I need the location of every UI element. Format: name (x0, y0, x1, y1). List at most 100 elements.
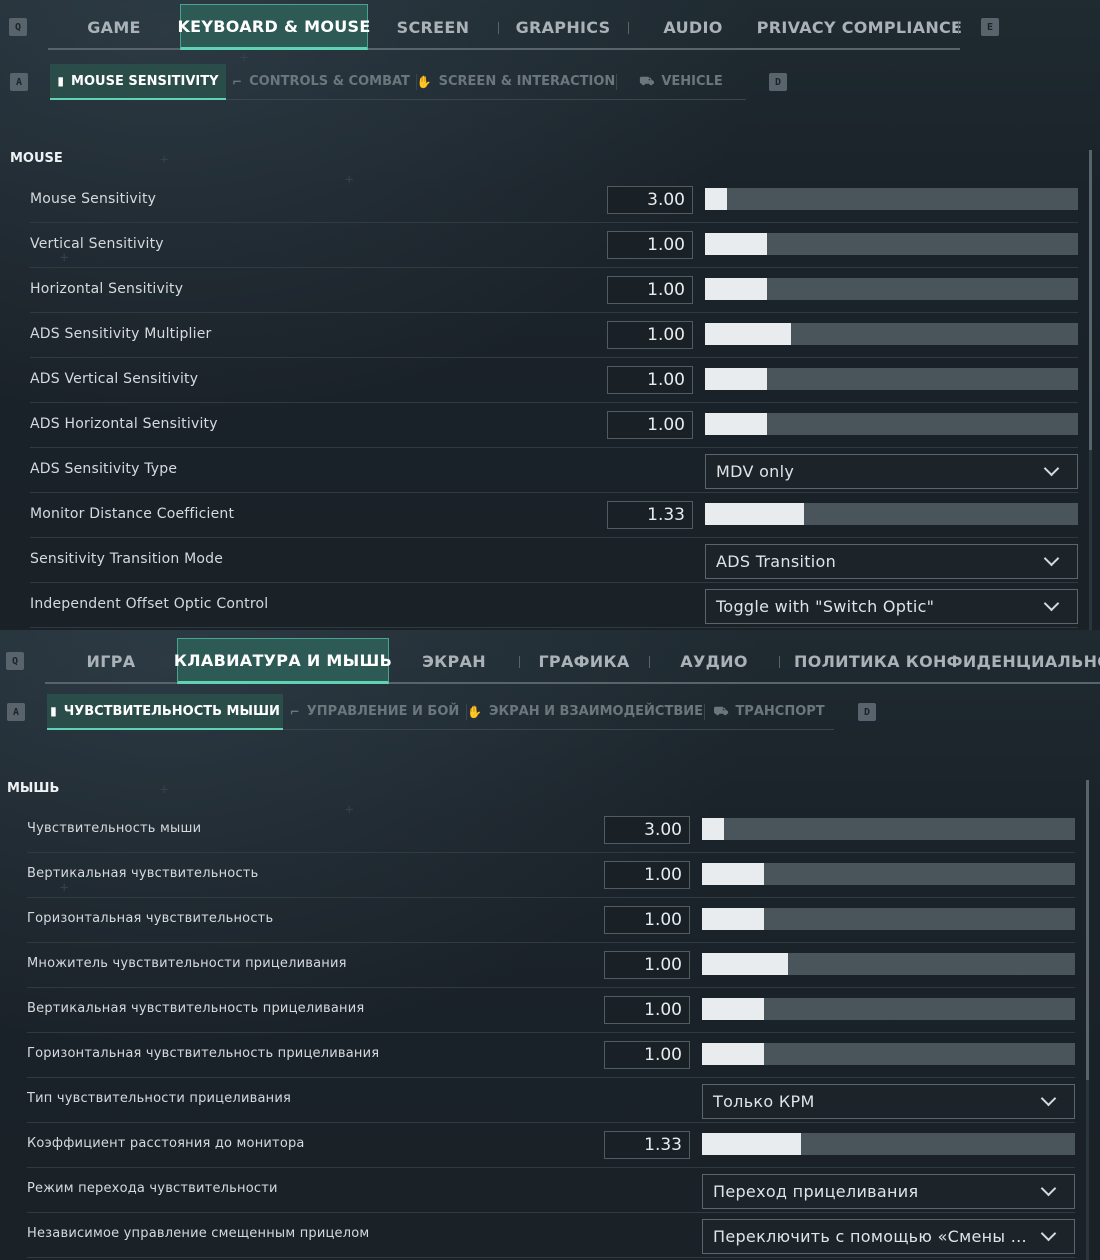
setting-row: Независимое управление смещенным прицело… (27, 1213, 1075, 1258)
setting-slider[interactable] (702, 863, 1075, 885)
setting-value-input[interactable]: 3.00 (607, 186, 693, 214)
setting-slider[interactable] (705, 413, 1078, 435)
subtab-screen-interaction[interactable]: ✋ ЭКРАН И ВЗАИМОДЕЙСТВИЕ (466, 694, 704, 730)
slider-fill[interactable] (702, 1043, 764, 1065)
subtab-controls-combat[interactable]: ⌐ CONTROLS & COMBAT (226, 64, 416, 100)
tab-privacy-compliance[interactable]: ПОЛИТИКА КОНФИДЕНЦИАЛЬНОСТИ (786, 638, 1100, 684)
setting-dropdown[interactable]: Переход прицеливания (702, 1174, 1075, 1209)
chevron-down-icon (1040, 1180, 1057, 1197)
vehicle-icon: ⛟ (639, 73, 655, 88)
setting-value-input[interactable]: 1.00 (607, 411, 693, 439)
setting-slider[interactable] (705, 278, 1078, 300)
prev-subtab-key[interactable]: A (10, 73, 28, 91)
setting-value-input[interactable]: 1.00 (607, 321, 693, 349)
setting-dropdown[interactable]: ADS Transition (705, 544, 1078, 579)
slider-fill[interactable] (702, 953, 788, 975)
setting-row: Множитель чувствительности прицеливания 1… (27, 943, 1075, 988)
subtab-controls-combat[interactable]: ⌐ УПРАВЛЕНИЕ И БОЙ (283, 694, 466, 730)
next-tab-key[interactable]: E (981, 18, 999, 36)
prev-tab-key[interactable]: Q (6, 652, 24, 670)
slider-fill[interactable] (705, 278, 767, 300)
setting-row: ADS Horizontal Sensitivity 1.00 (30, 403, 1078, 448)
prev-tab-key[interactable]: Q (9, 18, 27, 36)
next-subtab-key[interactable]: D (769, 73, 787, 91)
slider-fill[interactable] (702, 1133, 801, 1155)
tab-game[interactable]: ИГРА (45, 638, 177, 684)
setting-slider[interactable] (705, 323, 1078, 345)
slider-fill[interactable] (705, 188, 728, 210)
slider-fill[interactable] (705, 323, 791, 345)
tab-graphics[interactable]: ГРАФИКА (519, 638, 649, 684)
setting-slider[interactable] (702, 1043, 1075, 1065)
setting-row: Вертикальная чувствительность 1.00 (27, 853, 1075, 898)
tab-screen[interactable]: SCREEN (368, 4, 498, 50)
top-tab-bar: Q ИГРА КЛАВИАТУРА И МЫШЬ ЭКРАН ГРАФИКА А… (0, 634, 1100, 684)
setting-value-input[interactable]: 1.33 (604, 1131, 690, 1159)
slider-fill[interactable] (705, 503, 804, 525)
setting-value-input[interactable]: 1.00 (604, 951, 690, 979)
decor-cross: + (160, 782, 169, 798)
slider-fill[interactable] (702, 998, 764, 1020)
sub-tab-bar: A ▮ ЧУВСТВИТЕЛЬНОСТЬ МЫШИ ⌐ УПРАВЛЕНИЕ И… (0, 694, 1100, 730)
gun-icon: ⌐ (232, 74, 243, 89)
setting-slider[interactable] (702, 1133, 1075, 1155)
setting-dropdown[interactable]: Переключить с помощью «Смены ... (702, 1219, 1075, 1254)
setting-row: ADS Sensitivity Multiplier 1.00 (30, 313, 1078, 358)
setting-value-input[interactable]: 1.00 (607, 276, 693, 304)
setting-slider[interactable] (702, 818, 1075, 840)
slider-fill[interactable] (702, 863, 764, 885)
subtab-vehicle[interactable]: ⛟ ТРАНСПОРТ (704, 694, 834, 730)
setting-slider[interactable] (705, 188, 1078, 210)
hand-icon: ✋ (416, 74, 432, 89)
tab-keyboard-mouse[interactable]: KEYBOARD & MOUSE (177, 4, 370, 50)
setting-value-input[interactable]: 1.00 (604, 861, 690, 889)
slider-fill[interactable] (705, 413, 767, 435)
tab-audio[interactable]: АУДИО (649, 638, 779, 684)
subtab-screen-interaction[interactable]: ✋ SCREEN & INTERACTION (416, 64, 616, 100)
tab-game[interactable]: GAME (48, 4, 180, 50)
scrollbar-thumb[interactable] (1086, 780, 1089, 1080)
tab-privacy-compliance[interactable]: PRIVACY COMPLIANCE (757, 4, 962, 50)
setting-slider[interactable] (702, 998, 1075, 1020)
dropdown-value: Toggle with "Switch Optic" (716, 597, 935, 616)
mouse-icon: ▮ (57, 74, 65, 88)
next-subtab-key[interactable]: D (858, 703, 876, 721)
setting-slider[interactable] (702, 953, 1075, 975)
vehicle-icon: ⛟ (713, 703, 729, 718)
subtab-mouse-sensitivity[interactable]: ▮ ЧУВСТВИТЕЛЬНОСТЬ МЫШИ (47, 694, 283, 730)
setting-dropdown[interactable]: Только КРМ (702, 1084, 1075, 1119)
setting-slider[interactable] (705, 233, 1078, 255)
setting-value-input[interactable]: 1.00 (604, 996, 690, 1024)
setting-slider[interactable] (702, 908, 1075, 930)
slider-fill[interactable] (702, 818, 725, 840)
slider-fill[interactable] (705, 233, 767, 255)
setting-label: ADS Horizontal Sensitivity (30, 416, 218, 432)
setting-value-input[interactable]: 1.33 (607, 501, 693, 529)
dropdown-value: ADS Transition (716, 552, 837, 571)
setting-value-input[interactable]: 1.00 (604, 906, 690, 934)
tab-graphics[interactable]: GRAPHICS (498, 4, 628, 50)
setting-value-input[interactable]: 1.00 (604, 1041, 690, 1069)
subtab-mouse-sensitivity[interactable]: ▮ MOUSE SENSITIVITY (50, 64, 226, 100)
subtab-vehicle[interactable]: ⛟ VEHICLE (616, 64, 746, 100)
tab-screen[interactable]: ЭКРАН (389, 638, 519, 684)
setting-slider[interactable] (705, 368, 1078, 390)
setting-slider[interactable] (705, 503, 1078, 525)
setting-row: Режим перехода чувствительности Переход п… (27, 1168, 1075, 1213)
top-tab-bar: Q GAME KEYBOARD & MOUSE SCREEN GRAPHICS … (0, 4, 1100, 50)
slider-fill[interactable] (705, 368, 767, 390)
setting-value-input[interactable]: 1.00 (607, 366, 693, 394)
setting-label: Коэффициент расстояния до монитора (27, 1136, 305, 1151)
tab-audio[interactable]: AUDIO (628, 4, 758, 50)
tab-keyboard-mouse[interactable]: КЛАВИАТУРА И МЫШЬ (174, 638, 392, 684)
setting-value-input[interactable]: 1.00 (607, 231, 693, 259)
setting-dropdown[interactable]: MDV only (705, 454, 1078, 489)
settings-list: Чувствительность мыши 3.00 Вертикальная чу… (27, 808, 1075, 1258)
prev-subtab-key[interactable]: A (7, 703, 25, 721)
slider-fill[interactable] (702, 908, 764, 930)
setting-dropdown[interactable]: Toggle with "Switch Optic" (705, 589, 1078, 624)
chevron-down-icon (1043, 550, 1060, 567)
setting-row: ADS Vertical Sensitivity 1.00 (30, 358, 1078, 403)
scrollbar-thumb[interactable] (1089, 150, 1092, 450)
setting-value-input[interactable]: 3.00 (604, 816, 690, 844)
